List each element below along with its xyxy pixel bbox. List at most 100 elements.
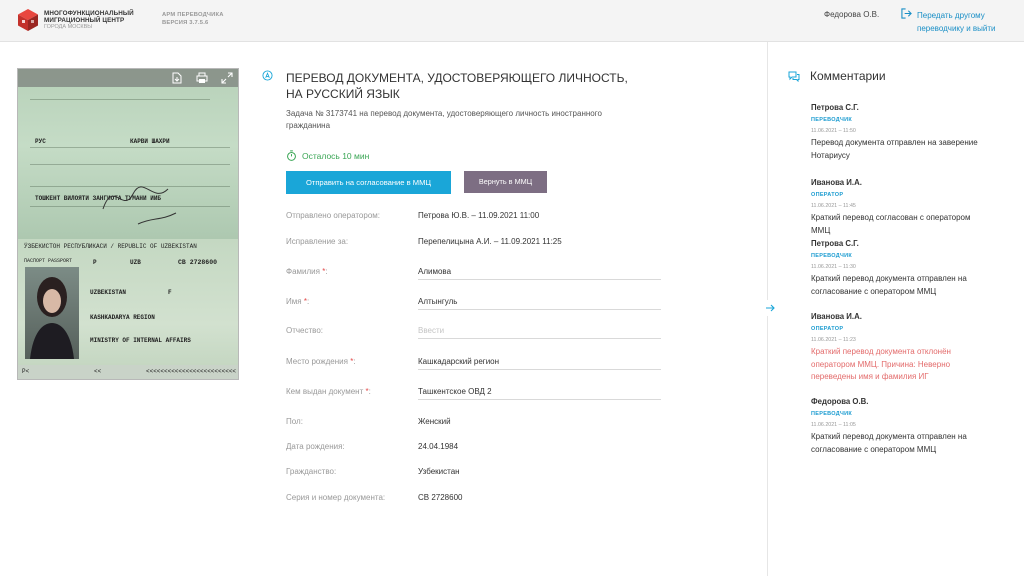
comment-item: Иванова И.А. ОПЕРАТОР 11.06.2021 – 11:45…: [811, 178, 991, 237]
mrz-left: P<: [22, 368, 30, 375]
sent-by-label: Отправлено оператором:: [286, 211, 380, 220]
passport-text: KASHKADARYA REGION: [90, 314, 155, 321]
issuer-label-text: Кем выдан документ: [286, 387, 364, 396]
signature-icon: [102, 186, 177, 225]
surname-label: Фамилия *:: [286, 267, 328, 276]
citizenship-value: Узбекистан: [418, 467, 460, 476]
passport-line: [30, 99, 210, 100]
surname-input[interactable]: Алимова: [418, 267, 451, 276]
return-to-mmc-button[interactable]: Вернуть в ММЦ: [464, 171, 547, 193]
passport-line: [30, 147, 230, 148]
surname-label-text: Фамилия: [286, 267, 320, 276]
document-number-label: Серия и номер документа:: [286, 493, 386, 502]
document-toolbar: [18, 69, 238, 87]
patronymic-input[interactable]: Ввести: [418, 326, 444, 335]
passport-text: CB 2728600: [178, 259, 218, 266]
document-number-value: СВ 2728600: [418, 493, 463, 502]
label-colon: :: [368, 387, 371, 396]
issuer-label: Кем выдан документ *:: [286, 387, 371, 396]
comment-time: 11.06.2021 – 11:23: [811, 337, 856, 343]
comment-text: Краткий перевод документа отправлен на с…: [811, 432, 967, 454]
label-colon: :: [353, 357, 356, 366]
comment-author: Иванова И.А.: [811, 312, 862, 321]
translation-status-icon: [262, 70, 273, 81]
gender-value: Женский: [418, 417, 451, 426]
comment-author: Иванова И.А.: [811, 178, 862, 187]
send-for-approval-button[interactable]: Отправить на согласование в ММЦ: [286, 171, 451, 194]
handover-logout-line-2: переводчику и выйти: [917, 24, 996, 33]
comment-time: 11.06.2021 – 11:05: [811, 422, 856, 428]
gender-label: Пол:: [286, 417, 303, 426]
name-label-text: Имя: [286, 297, 302, 306]
passport-text: РУС: [35, 138, 46, 145]
comment-text: Краткий перевод согласован с оператором …: [811, 213, 971, 235]
sent-by-value: Петрова Ю.В. – 11.09.2021 11:00: [418, 211, 540, 220]
comment-item: Петрова С.Г. ПЕРЕВОДЧИК 11.06.2021 – 11:…: [811, 103, 991, 162]
passport-text: MINISTRY OF INTERNAL AFFAIRS: [90, 337, 191, 344]
mrz-mid: <<: [94, 368, 102, 375]
correction-value: Перепелицына А.И. – 11.09.2021 11:25: [418, 237, 562, 246]
label-colon: :: [325, 267, 328, 276]
mrz-line: P< << <<<<<<<<<<<<<<<<<<<<<<<<<: [18, 365, 238, 379]
comment-time: 11.06.2021 – 11:30: [811, 264, 856, 270]
passport-text: ЎЗБЕКИСТОН РЕСПУБЛИКАСИ / REPUBLIC OF UZ…: [24, 243, 197, 250]
citizenship-label: Гражданство:: [286, 467, 337, 476]
comment-role: ОПЕРАТОР: [811, 192, 844, 198]
print-icon[interactable]: [196, 72, 208, 84]
birthplace-label-text: Место рождения: [286, 357, 348, 366]
mmc-logo-icon: [18, 9, 38, 31]
birthdate-label: Дата рождения:: [286, 442, 345, 451]
birthdate-value: 24.04.1984: [418, 442, 459, 451]
passport-text: ПАСПОРТ PASSPORT: [24, 258, 73, 264]
comment-role: ОПЕРАТОР: [811, 326, 844, 332]
org-line-2: МИГРАЦИОННЫЙ ЦЕНТР: [44, 17, 125, 24]
correction-label: Исправление за:: [286, 237, 349, 246]
passport-text: КАРВИ ШАХРИ: [130, 138, 170, 145]
issuer-underline: [418, 399, 661, 400]
comment-time: 11.06.2021 – 11:50: [811, 128, 856, 134]
comment-text: Краткий перевод документа отправлен на с…: [811, 274, 967, 296]
comment-item: Петрова С.Г. ПЕРЕВОДЧИК 11.06.2021 – 11:…: [811, 239, 991, 298]
comment-text: Краткий перевод документа отклонён опера…: [811, 347, 951, 381]
page-title-line-2: НА РУССКИЙ ЯЗЫК: [286, 87, 400, 101]
app-info: АРМ ПЕРЕВОДЧИКА ВЕРСИЯ 3.7.5.6: [162, 11, 224, 27]
issuer-input[interactable]: Ташкентское ОВД 2: [418, 387, 492, 396]
page-title-line-1: ПЕРЕВОД ДОКУМЕНТА, УДОСТОВЕРЯЮЩЕГО ЛИЧНО…: [286, 71, 628, 85]
birthplace-input[interactable]: Кашкадарский регион: [418, 357, 499, 366]
passport-text: P: [93, 259, 97, 266]
org-line-3: ГОРОДА МОСКВЫ: [44, 24, 93, 30]
comment-item: Федорова О.В. ПЕРЕВОДЧИК 11.06.2021 – 11…: [811, 397, 991, 456]
logout-icon[interactable]: [901, 8, 912, 19]
passport-scan[interactable]: РУС КАРВИ ШАХРИ ТОШКЕНТ ВИЛОЯТИ ЗАНГИОТА…: [17, 68, 239, 380]
patronymic-label: Отчество:: [286, 326, 323, 335]
name-input[interactable]: Алтынгуль: [418, 297, 457, 306]
comment-author: Петрова С.Г.: [811, 239, 859, 248]
birthplace-underline: [418, 369, 661, 370]
patronymic-underline: [418, 338, 661, 339]
comments-icon: [788, 71, 800, 82]
app-header: МНОГОФУНКЦИОНАЛЬНЫЙ МИГРАЦИОННЫЙ ЦЕНТР Г…: [0, 0, 1024, 42]
comment-text: Перевод документа отправлен на заверение…: [811, 138, 978, 160]
org-line-1: МНОГОФУНКЦИОНАЛЬНЫЙ: [44, 10, 134, 17]
comment-time: 11.06.2021 – 11:45: [811, 203, 856, 209]
download-icon[interactable]: [171, 72, 183, 84]
passport-line: [30, 164, 230, 165]
arrow-right-icon[interactable]: [763, 300, 777, 316]
handover-logout-link[interactable]: Передать другому переводчику и выйти: [917, 9, 1017, 35]
mrz-right: <<<<<<<<<<<<<<<<<<<<<<<<<: [146, 368, 237, 375]
current-user: Федорова О.В.: [824, 10, 880, 19]
comment-role: ПЕРЕВОДЧИК: [811, 253, 853, 259]
name-underline: [418, 309, 661, 310]
comment-role: ПЕРЕВОДЧИК: [811, 117, 853, 123]
app-name: АРМ ПЕРЕВОДЧИКА: [162, 12, 224, 18]
comment-role: ПЕРЕВОДЧИК: [811, 411, 853, 417]
passport-text: F: [168, 289, 172, 296]
surname-underline: [418, 279, 661, 280]
task-description: Задача № 3173741 на перевод документа, у…: [286, 109, 602, 130]
name-label: Имя *:: [286, 297, 309, 306]
passport-photo: [25, 267, 79, 359]
comment-item: Иванова И.А. ОПЕРАТОР 11.06.2021 – 11:23…: [811, 312, 991, 384]
expand-icon[interactable]: [221, 72, 233, 84]
stopwatch-icon: [287, 150, 296, 161]
passport-page-top: РУС КАРВИ ШАХРИ ТОШКЕНТ ВИЛОЯТИ ЗАНГИОТА…: [18, 69, 238, 239]
